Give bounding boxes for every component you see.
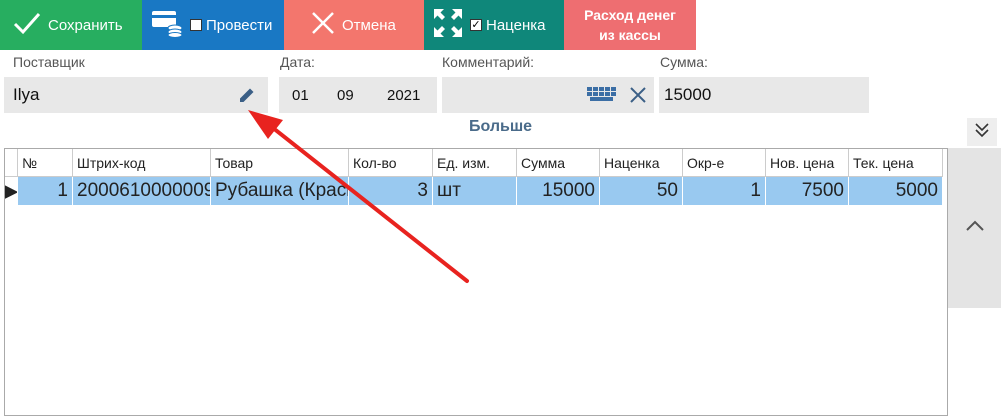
annotation-arrow-icon — [248, 110, 469, 283]
